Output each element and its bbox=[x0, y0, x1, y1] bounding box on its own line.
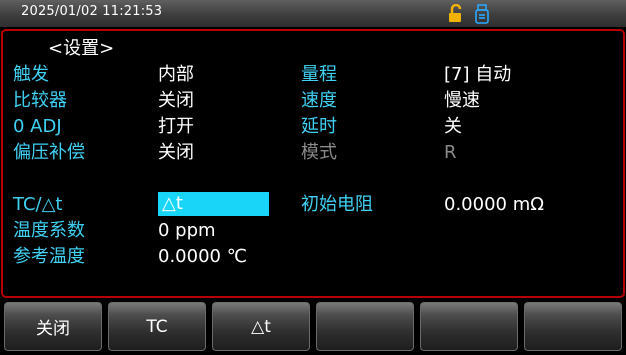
delay-value[interactable]: 关 bbox=[444, 116, 462, 138]
mode-value: R bbox=[444, 142, 457, 163]
zero-adj-label: 0 ADJ bbox=[13, 116, 62, 137]
tc-mode-value[interactable]: △t bbox=[158, 192, 269, 216]
comparator-label: 比较器 bbox=[13, 90, 67, 111]
datetime-display: 2025/01/02 11:21:53 bbox=[21, 4, 163, 19]
comparator-value[interactable]: 关闭 bbox=[158, 90, 194, 112]
softkey-1-off[interactable]: 关闭 bbox=[4, 302, 102, 351]
tc-mode-label: TC/△t bbox=[13, 194, 63, 215]
speed-label: 速度 bbox=[301, 90, 337, 111]
softkey-5[interactable] bbox=[420, 302, 518, 351]
temp-coeff-value[interactable]: 0 ppm bbox=[158, 220, 216, 242]
init-resistance-value[interactable]: 0.0000 mΩ bbox=[444, 194, 544, 216]
softkey-3-delta-t[interactable]: △t bbox=[212, 302, 310, 351]
mode-label: 模式 bbox=[301, 142, 337, 163]
speed-value[interactable]: 慢速 bbox=[444, 90, 480, 112]
delay-label: 延时 bbox=[301, 116, 337, 137]
ref-temp-value[interactable]: 0.0000 ℃ bbox=[158, 246, 247, 268]
bias-comp-value[interactable]: 关闭 bbox=[158, 142, 194, 164]
softkey-6[interactable] bbox=[524, 302, 622, 351]
softkey-2-tc[interactable]: TC bbox=[108, 302, 206, 351]
range-label: 量程 bbox=[301, 64, 337, 85]
softkey-4[interactable] bbox=[316, 302, 414, 351]
status-bar: 2025/01/02 11:21:53 bbox=[0, 0, 626, 27]
usb-storage-icon bbox=[474, 4, 490, 24]
zero-adj-value[interactable]: 打开 bbox=[158, 116, 194, 138]
unlock-icon bbox=[447, 3, 465, 23]
trigger-value[interactable]: 内部 bbox=[158, 64, 194, 86]
init-resistance-label: 初始电阻 bbox=[301, 194, 373, 215]
range-value[interactable]: [7] 自动 bbox=[444, 64, 511, 86]
page-title: <设置> bbox=[48, 38, 115, 59]
settings-panel: <设置> 触发 内部 比较器 关闭 0 ADJ 打开 偏压补偿 关闭 量程 [7… bbox=[1, 29, 625, 298]
trigger-label: 触发 bbox=[13, 64, 49, 85]
ref-temp-label: 参考温度 bbox=[13, 246, 85, 267]
bias-comp-label: 偏压补偿 bbox=[13, 142, 85, 163]
softkey-bar: 关闭 TC △t bbox=[0, 298, 626, 355]
temp-coeff-label: 温度系数 bbox=[13, 220, 85, 241]
